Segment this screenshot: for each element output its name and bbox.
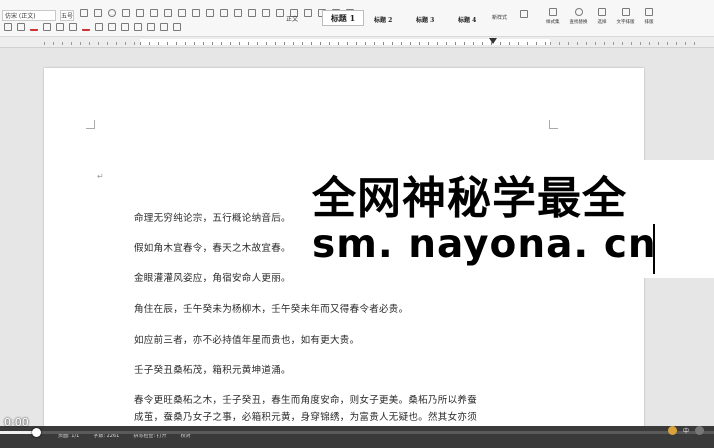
select-icon (598, 8, 606, 16)
numbered-list-icon[interactable] (150, 9, 158, 17)
grow-font-icon[interactable] (80, 9, 88, 17)
sort-icon[interactable] (206, 9, 214, 17)
styles-expand-icon[interactable] (520, 10, 528, 18)
style-normal[interactable]: 正文 (286, 14, 298, 23)
document-line[interactable]: 假如角木宜春令，春天之木故宜春。 (134, 240, 291, 254)
tool-label: 选择 (597, 20, 607, 25)
font-name-select[interactable]: 仿宋 (正文) (2, 10, 56, 21)
distribute-icon[interactable] (173, 23, 181, 31)
style-heading-1[interactable]: 标题 1 (322, 10, 364, 26)
borders-icon[interactable] (234, 9, 242, 17)
tool-find-replace[interactable]: 查找替换 (570, 8, 588, 25)
document-line[interactable]: 壬子癸丑桑柘茂，箱积元黄坤道涌。 (134, 362, 291, 376)
video-time: 0:00 (4, 416, 29, 429)
chinese-layout-icon[interactable] (192, 9, 200, 17)
bullet-list-icon[interactable] (136, 9, 144, 17)
align-left-icon[interactable] (121, 23, 129, 31)
tool-select[interactable]: 选择 (598, 8, 607, 25)
status-bar: 页面: 1/1 字数: 2261 拼写检查: 打开 校对 (0, 426, 714, 448)
video-progress-fill (0, 431, 36, 434)
italic-icon[interactable] (17, 23, 25, 31)
tool-label: 排版 (644, 20, 654, 25)
ruler-right-margin (550, 39, 700, 45)
margin-corner-mark (549, 120, 558, 129)
document-line[interactable]: 金眼灌灌风姿应，角宿安命人更丽。 (134, 270, 291, 284)
video-progress-bar[interactable] (0, 428, 714, 437)
table-icon[interactable] (276, 9, 284, 17)
align-center-icon[interactable] (134, 23, 142, 31)
horizontal-ruler[interactable] (0, 37, 714, 48)
shading-icon[interactable] (262, 9, 270, 17)
tool-layout[interactable]: 排版 (645, 8, 654, 25)
view-controls: 中 (668, 426, 705, 435)
justify-icon[interactable] (160, 23, 168, 31)
format-buttons-row-2 (4, 23, 181, 31)
layout-icon (645, 8, 653, 16)
decrease-indent-icon[interactable] (164, 9, 172, 17)
document-line[interactable]: 命理无穷纯论宗，五行概论纳音后。 (134, 210, 291, 224)
underline-icon[interactable] (30, 23, 38, 31)
style-heading-4[interactable]: 标题 4 (458, 15, 476, 24)
tool-label: 样式集 (546, 20, 560, 25)
document-line[interactable]: 成茧，蚕桑乃女子之事，必箱积元黄，身穿锦绣，为富贵人无疑也。然其女亦须 (134, 409, 477, 423)
align-right-icon[interactable] (147, 23, 155, 31)
text-cursor (653, 224, 655, 274)
ruler-left-margin (44, 39, 140, 45)
document-line[interactable]: 春令更旺桑柘之木，壬子癸丑，春生而角度安命，则女子更美。桑柘乃所以养蚕 (134, 392, 477, 406)
right-tools: 样式集 查找替换 选择 文字排版 排版 (546, 8, 654, 25)
zoom-icon[interactable] (695, 426, 705, 435)
bold-icon[interactable] (4, 23, 12, 31)
ribbon-toolbar: 仿宋 (正文) 五号 正文 标题 1 标题 2 标题 3 标题 4 新样式 样式… (0, 0, 714, 37)
watermark-title: 全网神秘学最全 (312, 173, 627, 224)
font-size-select[interactable]: 五号 (60, 10, 74, 21)
shrink-font-icon[interactable] (94, 9, 102, 17)
tool-label: 查找替换 (569, 20, 588, 25)
superscript-icon[interactable] (56, 23, 64, 31)
search-icon (574, 8, 583, 16)
eye-protect-icon[interactable] (668, 426, 677, 435)
show-marks-icon[interactable] (220, 9, 228, 17)
font-color-icon[interactable] (82, 23, 90, 31)
highlight-icon[interactable] (95, 23, 103, 31)
document-line[interactable]: 如应前三者，亦不必持值年星而贵也，如有更大贵。 (134, 332, 359, 346)
tool-label: 文字排版 (616, 20, 635, 25)
style-set-icon (548, 8, 557, 16)
document-line[interactable]: 角住在辰，壬午癸未为杨柳木，壬午癸未年而又得春令者必贵。 (134, 301, 408, 315)
subscript-icon[interactable] (69, 23, 77, 31)
paragraph-mark: ↵ (97, 172, 104, 181)
format-buttons-row-1 (80, 9, 354, 17)
watermark-url: sm. nayona. cn (312, 222, 657, 267)
pinyin-icon[interactable] (122, 9, 130, 17)
tool-text-layout[interactable]: 文字排版 (617, 8, 635, 25)
strikethrough-icon[interactable] (43, 23, 51, 31)
tool-style-set[interactable]: 样式集 (546, 8, 560, 25)
margin-corner-mark (86, 120, 95, 129)
style-heading-2[interactable]: 标题 2 (374, 15, 392, 24)
style-new[interactable]: 新样式 (492, 14, 507, 21)
clear-format-icon[interactable] (108, 9, 116, 17)
char-border-icon[interactable] (108, 23, 116, 31)
input-mode[interactable]: 中 (683, 426, 689, 435)
increase-indent-icon[interactable] (178, 9, 186, 17)
indent-marker-icon[interactable] (489, 38, 497, 44)
text-box-icon[interactable] (304, 9, 312, 17)
text-layout-icon (621, 8, 630, 16)
line-spacing-icon[interactable] (248, 9, 256, 17)
video-progress-knob[interactable] (31, 428, 41, 437)
style-heading-3[interactable]: 标题 3 (416, 15, 434, 24)
